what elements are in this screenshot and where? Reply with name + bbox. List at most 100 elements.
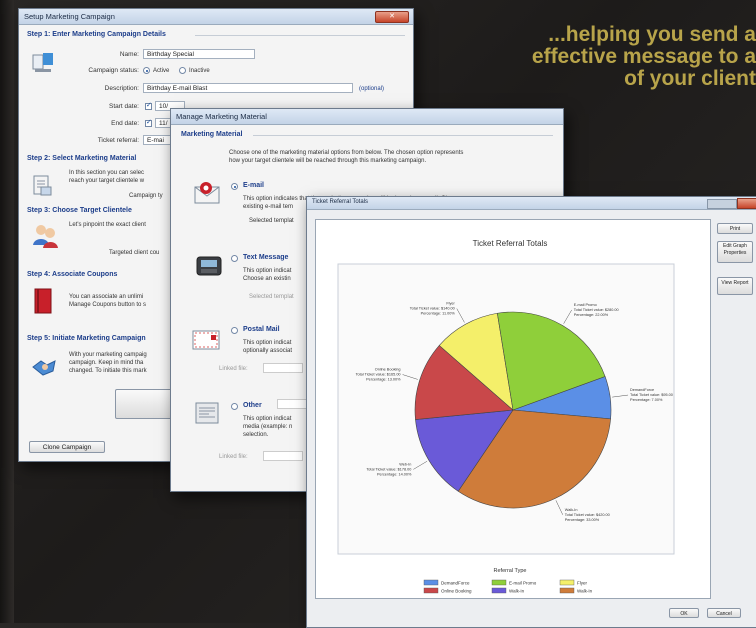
minimize-maximize-buttons[interactable]	[707, 199, 737, 209]
callout-label-online-booking: Online Booking	[375, 368, 401, 372]
postal-mail-option-radio[interactable]	[231, 327, 238, 334]
campaign-details-icon	[31, 51, 55, 77]
start-date-label: Start date:	[109, 103, 139, 110]
status-active-radio[interactable]	[143, 67, 150, 74]
marketing-material-icon	[31, 173, 55, 199]
callout-label-walk-in: Total Ticket value: $420.00	[565, 513, 610, 517]
end-date-label: End date:	[111, 120, 139, 127]
divider	[253, 135, 553, 136]
callout-label-e-mail-promo: Percentage: 22.00%	[574, 313, 609, 317]
targeted-client-count: Targeted client cou	[109, 250, 160, 256]
newspaper-icon	[193, 399, 223, 429]
other-linked-file-label: Linked file:	[219, 454, 248, 460]
email-icon	[193, 179, 223, 209]
step4-heading: Step 4: Associate Coupons	[27, 271, 118, 278]
description-input[interactable]: Birthday E-mail Blast	[143, 83, 353, 93]
print-button[interactable]: Print	[717, 223, 753, 234]
material-section-heading: Marketing Material	[181, 131, 243, 138]
legend-swatch-demandforce	[423, 579, 439, 586]
callout-label-demandforce: Percentage: 7.00%	[630, 398, 663, 402]
edit-graph-properties-button[interactable]: Edit Graph Properties	[717, 241, 753, 263]
description-label: Description:	[104, 85, 139, 92]
other-option-text-3: selection.	[243, 432, 269, 438]
text-message-option-radio[interactable]	[231, 255, 238, 262]
postal-mail-icon	[191, 325, 223, 355]
initiate-campaign-button[interactable]	[115, 389, 175, 419]
campaign-type-label: Campaign ty	[129, 193, 163, 199]
coupon-book-icon	[33, 287, 55, 317]
postal-linked-file-input[interactable]	[263, 363, 303, 373]
material-window-titlebar: Manage Marketing Material	[171, 109, 563, 125]
text-selected-template-label: Selected templat	[249, 294, 294, 300]
step3-text: Let's pinpoint the exact client	[69, 222, 146, 228]
start-date-checkbox[interactable]	[145, 101, 152, 110]
legend-label-walk-in: Walk-In	[509, 589, 525, 594]
postal-mail-option-label: Postal Mail	[243, 326, 280, 333]
other-option-radio[interactable]	[231, 403, 238, 410]
step2-heading: Step 2: Select Marketing Material	[27, 155, 137, 162]
legend-swatch-e-mail-promo	[491, 579, 507, 586]
step2-text-1: In this section you can selec	[69, 170, 145, 176]
name-label: Name:	[119, 51, 139, 58]
step5-text-2: campaign. Keep in mind tha	[69, 360, 144, 366]
callout-label-online-booking: Total Ticket value: $165.00	[356, 373, 401, 377]
cancel-button[interactable]: Cancel	[707, 608, 741, 618]
callout-label-flyer: Percentage: 11.00%	[421, 312, 456, 316]
referral-window-titlebar: Ticket Referral Totals	[307, 197, 756, 210]
background-edge	[0, 0, 14, 623]
setup-window-title: Setup Marketing Campaign	[24, 12, 115, 21]
tagline-line-2: effective message to a	[531, 45, 756, 68]
divider	[195, 35, 405, 36]
legend-title: Referral Type	[494, 568, 527, 574]
postal-mail-text-1: This option indicat	[243, 340, 292, 346]
callout-label-e-mail-promo: E-mail Promo	[574, 303, 597, 307]
postal-mail-text-2: optionally associat	[243, 348, 293, 354]
callout-label-web-in: Total Ticket value: $178.00	[366, 467, 411, 471]
callout-label-demandforce: Total Ticket value: $95.00	[630, 393, 673, 397]
legend-swatch-online-booking	[423, 587, 439, 594]
step5-text-1: With your marketing campaig	[69, 352, 147, 358]
email-option-radio[interactable]	[231, 183, 238, 190]
step1-heading: Step 1: Enter Marketing Campaign Details	[27, 31, 166, 38]
legend-swatch-walk-in	[559, 587, 575, 594]
material-intro-2: how your target clientele will be reache…	[229, 158, 427, 164]
end-date-checkbox[interactable]	[145, 118, 152, 127]
legend-label-demandforce: DemandForce	[441, 581, 470, 586]
legend-swatch-walk-in	[491, 587, 507, 594]
other-linked-file-input[interactable]	[263, 451, 303, 461]
callout-label-flyer: Total Ticket value: $140.00	[410, 307, 455, 311]
close-icon[interactable]	[737, 198, 756, 209]
pie-chart: Ticket Referral Totals DemandForceTotal …	[337, 239, 675, 594]
other-option-input[interactable]	[277, 399, 307, 409]
email-selected-template-label: Selected templat	[249, 218, 294, 224]
chart-panel: Ticket Referral Totals DemandForce Total …	[315, 219, 711, 599]
material-window-title: Manage Marketing Material	[176, 112, 267, 121]
status-active-label: Active	[153, 68, 170, 74]
ok-button[interactable]: OK	[669, 608, 699, 618]
text-message-option-label: Text Message	[243, 254, 289, 261]
close-button[interactable]: ✕	[375, 11, 409, 23]
status-inactive-radio[interactable]	[179, 67, 186, 74]
tagline-line-3: of your client	[624, 67, 756, 90]
referral-window-title: Ticket Referral Totals	[312, 199, 369, 205]
text-message-text-1: This option indicat	[243, 268, 292, 274]
material-intro-1: Choose one of the marketing material opt…	[229, 150, 464, 156]
callout-label-walk-in: Walk-In	[565, 508, 578, 512]
name-input[interactable]: Birthday Special	[143, 49, 255, 59]
step3-heading: Step 3: Choose Target Clientele	[27, 207, 132, 214]
view-report-button[interactable]: View Report	[717, 277, 753, 295]
tagline-line-1: ...helping you send a	[548, 23, 756, 46]
mobile-phone-icon	[195, 251, 225, 281]
clone-campaign-button[interactable]: Clone Campaign	[29, 441, 105, 453]
callout-label-demandforce: DemandForce	[630, 388, 654, 392]
callout-label-web-in: Web-In	[399, 462, 411, 466]
ticket-referral-label: Ticket referral:	[97, 137, 139, 144]
other-option-label: Other	[243, 402, 262, 409]
ticket-referral-window: Ticket Referral Totals Ticket Referral T…	[306, 196, 756, 628]
callout-label-walk-in: Percentage: 33.00%	[565, 518, 600, 522]
text-message-text-2: Choose an existin	[243, 276, 291, 282]
legend-label-walk-in: Walk-In	[577, 589, 593, 594]
tagline: ...helping you send a effective message …	[396, 24, 756, 90]
step5-text-3: changed. To initiate this mark	[69, 368, 147, 374]
other-option-text-2: media (example: n	[243, 424, 293, 430]
